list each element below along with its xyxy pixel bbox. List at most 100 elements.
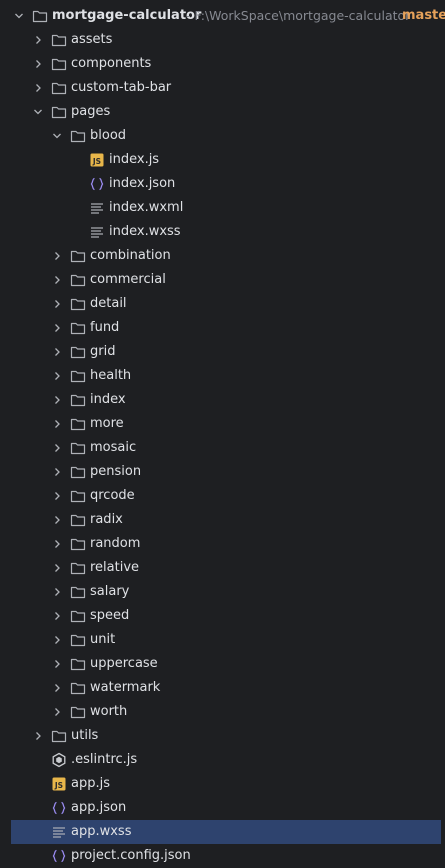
chevron-down-icon[interactable]	[14, 11, 24, 21]
chevron-right-icon[interactable]	[33, 731, 43, 741]
chevron-right-icon[interactable]	[33, 83, 43, 93]
folder-icon	[70, 248, 86, 264]
tree-folder-item[interactable]: unit	[0, 628, 445, 652]
folder-icon	[70, 464, 86, 480]
js-file-icon: JS	[89, 152, 105, 168]
tree-items: assets components custom-tab-bar pages blood…	[0, 28, 445, 868]
tree-item-label: radix	[90, 512, 123, 527]
chevron-right-icon[interactable]	[52, 323, 62, 333]
tree-folder-item[interactable]: pension	[0, 460, 445, 484]
chevron-down-icon[interactable]	[52, 131, 62, 141]
chevron-right-icon[interactable]	[52, 275, 62, 285]
tree-folder-item[interactable]: random	[0, 532, 445, 556]
tree-item-label: index.wxml	[109, 200, 184, 215]
tree-folder-item[interactable]: commercial	[0, 268, 445, 292]
chevron-right-icon[interactable]	[52, 347, 62, 357]
tree-folder-item[interactable]: components	[0, 52, 445, 76]
tree-folder-item[interactable]: watermark	[0, 676, 445, 700]
tree-item-label: grid	[90, 344, 116, 359]
tree-folder-item[interactable]: pages	[0, 100, 445, 124]
tree-folder-item[interactable]: health	[0, 364, 445, 388]
tree-folder-item[interactable]: qrcode	[0, 484, 445, 508]
tree-folder-item[interactable]: speed	[0, 604, 445, 628]
chevron-right-icon[interactable]	[52, 419, 62, 429]
chevron-right-icon[interactable]	[52, 683, 62, 693]
tree-file-item[interactable]: index.wxss	[0, 220, 445, 244]
tree-folder-item[interactable]: assets	[0, 28, 445, 52]
tree-item-label: index.wxss	[109, 224, 181, 239]
folder-icon	[70, 296, 86, 312]
tree-file-item[interactable]: app.json	[0, 796, 445, 820]
folder-icon	[70, 656, 86, 672]
tree-folder-item[interactable]: custom-tab-bar	[0, 76, 445, 100]
tree-file-item[interactable]: index.json	[0, 172, 445, 196]
chevron-right-icon[interactable]	[33, 59, 43, 69]
chevron-right-icon[interactable]	[52, 515, 62, 525]
tree-folder-item[interactable]: utils	[0, 724, 445, 748]
tree-folder-item[interactable]: salary	[0, 580, 445, 604]
folder-icon	[70, 440, 86, 456]
tree-folder-item[interactable]: relative	[0, 556, 445, 580]
root-path: - F:\WorkSpace\mortgage-calculator	[186, 8, 411, 23]
tree-item-label: speed	[90, 608, 130, 623]
tree-file-item[interactable]: .eslintrc.js	[0, 748, 445, 772]
tree-file-item[interactable]: app.wxss	[11, 820, 441, 844]
tree-folder-item[interactable]: radix	[0, 508, 445, 532]
chevron-right-icon[interactable]	[52, 299, 62, 309]
chevron-right-icon[interactable]	[52, 539, 62, 549]
folder-icon	[70, 632, 86, 648]
tree-folder-item[interactable]: detail	[0, 292, 445, 316]
chevron-right-icon[interactable]	[52, 443, 62, 453]
chevron-right-icon[interactable]	[52, 659, 62, 669]
tree-file-item[interactable]: JS app.js	[0, 772, 445, 796]
tree-item-label: utils	[71, 728, 99, 743]
chevron-right-icon[interactable]	[52, 467, 62, 477]
tree-file-item[interactable]: project.config.json	[0, 844, 445, 868]
tree-folder-item[interactable]: more	[0, 412, 445, 436]
tree-item-label: app.js	[71, 776, 110, 791]
folder-icon	[70, 536, 86, 552]
tree-root[interactable]: mortgage-calculator - F:\WorkSpace\mortg…	[0, 4, 445, 28]
chevron-right-icon[interactable]	[52, 563, 62, 573]
svg-text:JS: JS	[54, 781, 63, 790]
folder-icon	[51, 104, 67, 120]
tree-folder-item[interactable]: blood	[0, 124, 445, 148]
folder-icon	[70, 488, 86, 504]
tree-folder-item[interactable]: grid	[0, 340, 445, 364]
chevron-right-icon[interactable]	[52, 491, 62, 501]
folder-icon	[70, 320, 86, 336]
chevron-right-icon[interactable]	[52, 611, 62, 621]
tree-folder-item[interactable]: worth	[0, 700, 445, 724]
tree-item-label: watermark	[90, 680, 161, 695]
svg-text:JS: JS	[92, 157, 101, 166]
tree-folder-item[interactable]: fund	[0, 316, 445, 340]
chevron-right-icon[interactable]	[52, 707, 62, 717]
folder-icon	[70, 272, 86, 288]
folder-icon	[70, 416, 86, 432]
folder-icon	[32, 8, 48, 24]
json-file-icon	[89, 176, 105, 192]
chevron-right-icon[interactable]	[33, 35, 43, 45]
text-file-icon	[89, 200, 105, 216]
tree-item-label: index.js	[109, 152, 160, 167]
chevron-down-icon[interactable]	[33, 107, 43, 117]
tree-folder-item[interactable]: uppercase	[0, 652, 445, 676]
tree-item-label: app.json	[71, 800, 127, 815]
tree-file-item[interactable]: index.wxml	[0, 196, 445, 220]
chevron-right-icon[interactable]	[52, 251, 62, 261]
tree-item-label: relative	[90, 560, 140, 575]
tree-folder-item[interactable]: mosaic	[0, 436, 445, 460]
tree-folder-item[interactable]: index	[0, 388, 445, 412]
tree-item-label: app.wxss	[71, 824, 132, 839]
tree-item-label: health	[90, 368, 132, 383]
tree-folder-item[interactable]: combination	[0, 244, 445, 268]
tree-item-label: fund	[90, 320, 120, 335]
tree-item-label: unit	[90, 632, 116, 647]
tree-file-item[interactable]: JS index.js	[0, 148, 445, 172]
tree-item-label: .eslintrc.js	[71, 752, 138, 767]
chevron-right-icon[interactable]	[52, 371, 62, 381]
chevron-right-icon[interactable]	[52, 395, 62, 405]
folder-icon	[51, 32, 67, 48]
chevron-right-icon[interactable]	[52, 587, 62, 597]
chevron-right-icon[interactable]	[52, 635, 62, 645]
